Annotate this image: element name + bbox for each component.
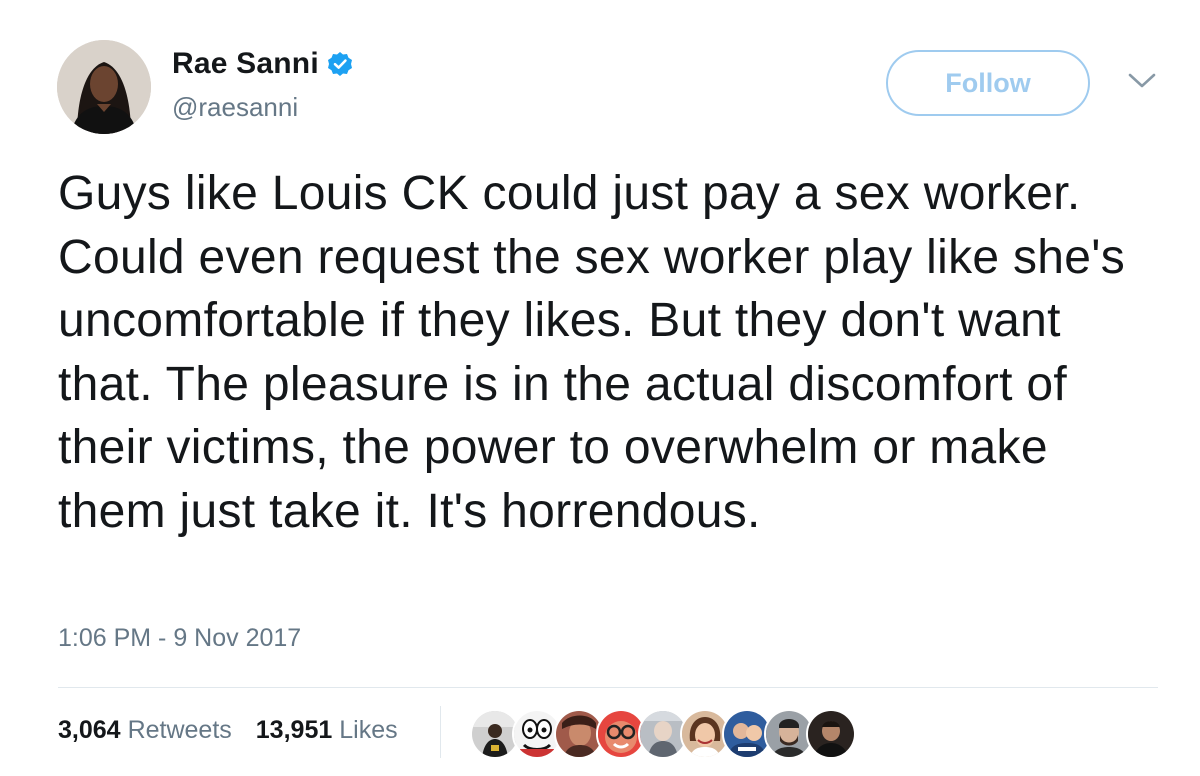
avatar[interactable] <box>57 40 151 134</box>
likes-count: 13,951 <box>255 716 333 744</box>
likes-stat[interactable]: 13,951 Likes <box>256 716 398 745</box>
avatar-image <box>57 40 151 134</box>
chevron-down-icon[interactable] <box>1128 72 1156 90</box>
user-name-row: Rae Sanni <box>172 46 353 82</box>
likes-label: Likes <box>339 716 398 744</box>
retweets-count: 3,064 <box>58 716 121 744</box>
liker-avatar[interactable] <box>806 709 856 759</box>
retweets-label: Retweets <box>127 716 232 744</box>
tweet-stats: 3,064 Retweets 13,951 Likes <box>58 716 398 745</box>
verified-badge-icon <box>327 51 353 77</box>
stats-separator <box>440 706 441 758</box>
follow-button[interactable]: Follow <box>886 50 1090 116</box>
tweet-card: Rae Sanni @raesanni Follow Guys like Lou… <box>0 0 1200 776</box>
tweet-timestamp[interactable]: 1:06 PM - 9 Nov 2017 <box>58 624 301 653</box>
display-name[interactable]: Rae Sanni <box>172 47 319 81</box>
retweets-stat[interactable]: 3,064 Retweets <box>58 716 232 745</box>
tweet-text: Guys like Louis CK could just pay a sex … <box>58 167 1126 538</box>
divider <box>58 687 1158 688</box>
user-handle[interactable]: @raesanni <box>172 92 298 123</box>
liker-avatars <box>470 709 856 759</box>
